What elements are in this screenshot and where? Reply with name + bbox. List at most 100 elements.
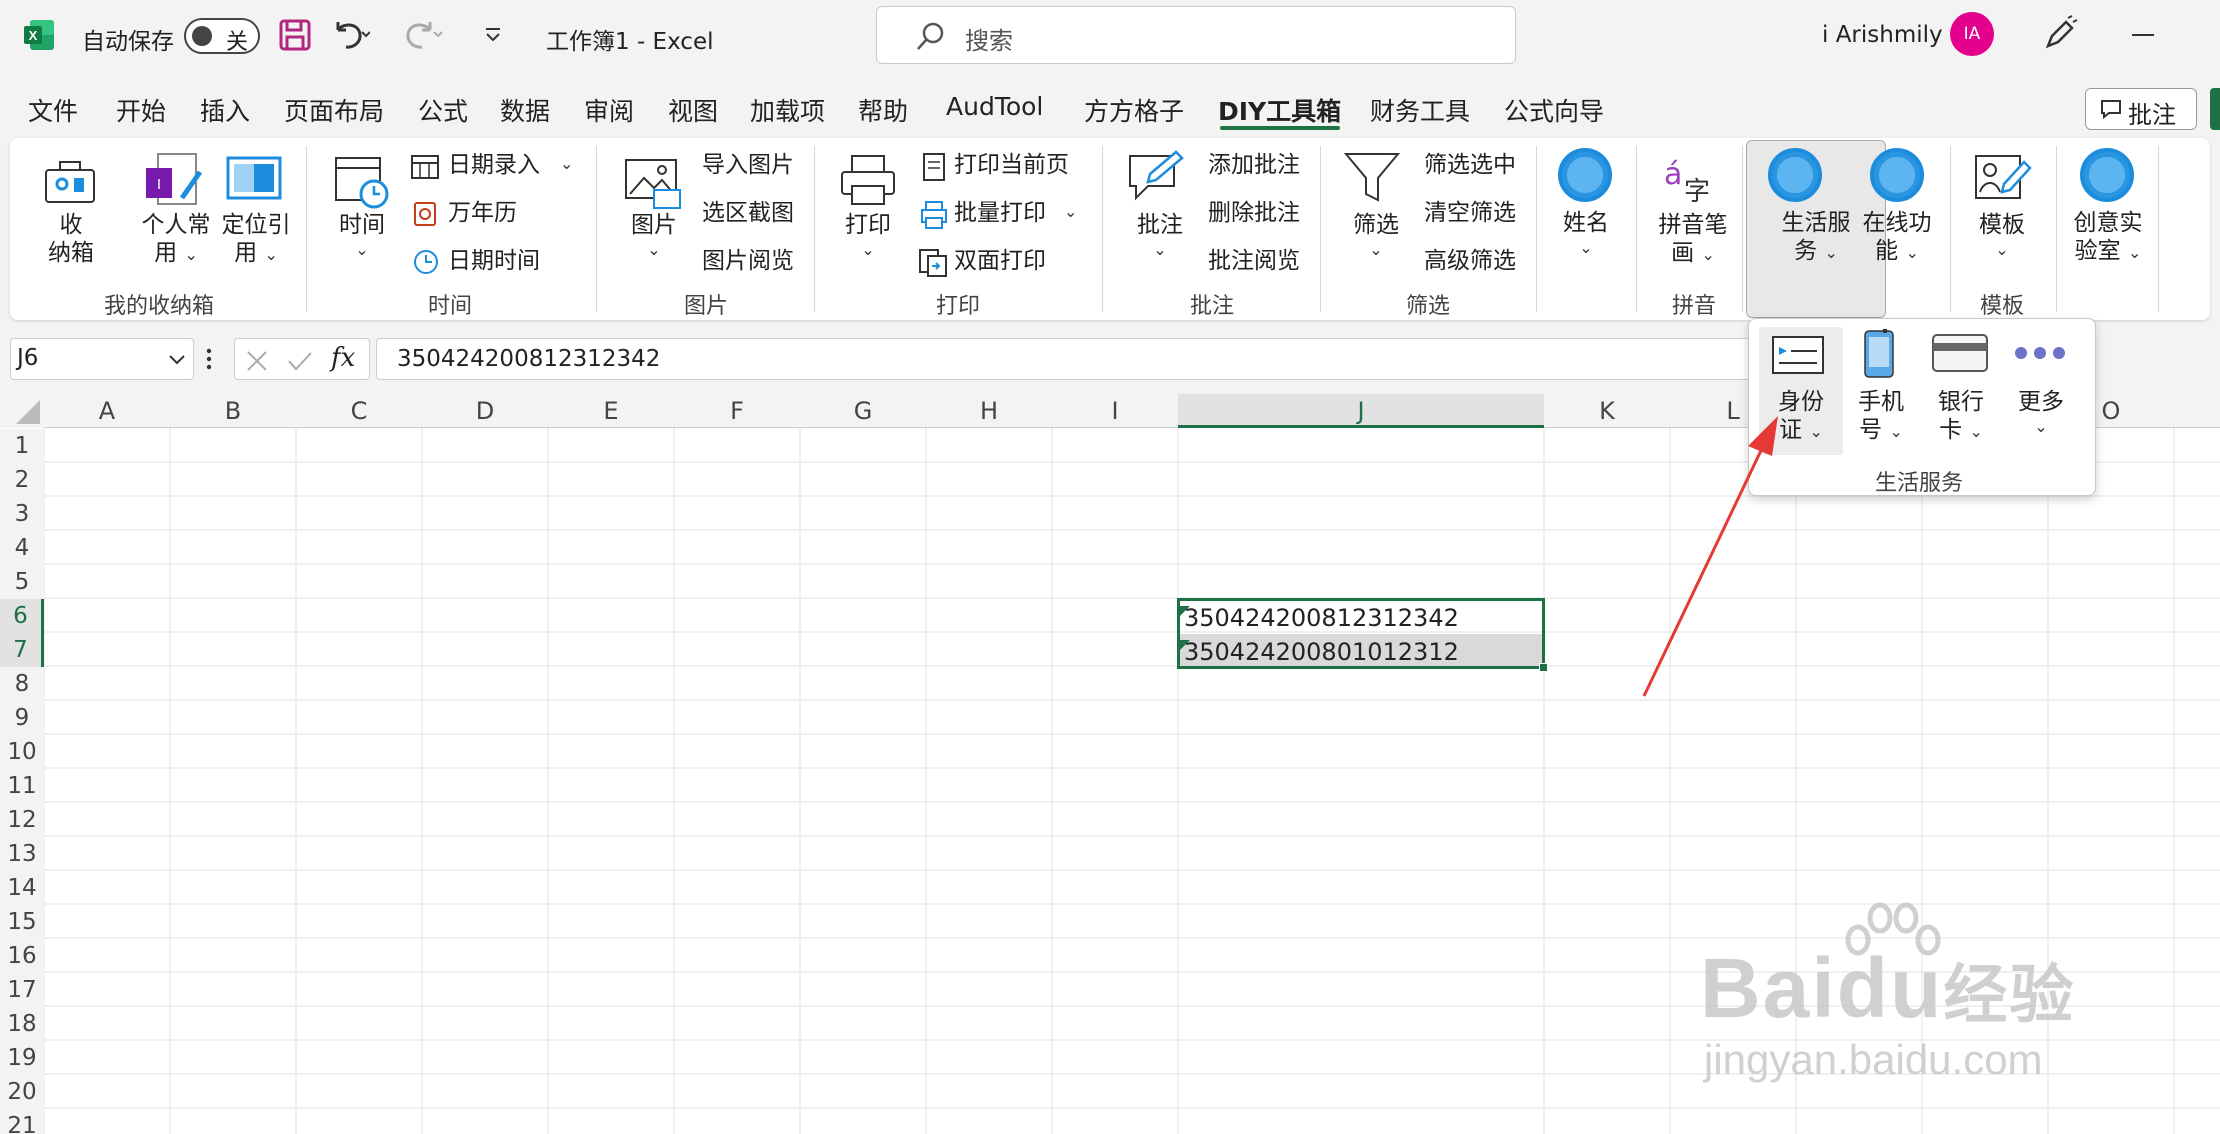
column-header-c[interactable]: C: [296, 394, 422, 428]
customize-toolbar-icon[interactable]: [482, 24, 504, 50]
picture-viewer-button[interactable]: 图片阅览: [702, 248, 794, 276]
pen-icon[interactable]: [2040, 14, 2080, 58]
minimize-button[interactable]: [2132, 34, 2154, 36]
row-header-13[interactable]: 13: [0, 837, 44, 871]
tab-diy-toolbox[interactable]: DIY工具箱: [1218, 92, 1341, 128]
row-header-21[interactable]: 21: [0, 1109, 44, 1134]
row-header-15[interactable]: 15: [0, 905, 44, 939]
row-header-9[interactable]: 9: [0, 701, 44, 735]
row-header-5[interactable]: 5: [0, 565, 44, 599]
chevron-down-icon[interactable]: ⌄: [560, 154, 573, 173]
datetime-button[interactable]: 日期时间: [448, 248, 540, 276]
tab-addins[interactable]: 加载项: [750, 92, 825, 128]
redo-icon[interactable]: [404, 18, 444, 56]
area-screenshot-button[interactable]: 选区截图: [702, 200, 794, 228]
date-entry-button[interactable]: 日期录入: [448, 152, 540, 180]
row-header-20[interactable]: 20: [0, 1075, 44, 1109]
comments-button[interactable]: 批注: [2085, 88, 2197, 130]
cell-j7[interactable]: 350424200801012312: [1184, 638, 1459, 666]
column-header-g[interactable]: G: [800, 394, 926, 428]
batch-print-button[interactable]: 批量打印: [954, 200, 1046, 228]
row-header-11[interactable]: 11: [0, 769, 44, 803]
row-header-8[interactable]: 8: [0, 667, 44, 701]
delete-comment-button[interactable]: 删除批注: [1208, 200, 1300, 228]
fill-handle[interactable]: [1539, 663, 1548, 672]
row-header-18[interactable]: 18: [0, 1007, 44, 1041]
perpetual-calendar-button[interactable]: 万年历: [448, 200, 517, 228]
filter-selected-button[interactable]: 筛选选中: [1424, 152, 1516, 180]
tab-insert[interactable]: 插入: [200, 92, 250, 128]
tab-formulas[interactable]: 公式: [418, 92, 468, 128]
storage-box-button[interactable]: 收 纳箱: [46, 212, 96, 267]
autosave-toggle[interactable]: 关: [184, 18, 260, 55]
more-options-icon[interactable]: [206, 346, 212, 372]
cell-j6[interactable]: 350424200812312342: [1184, 604, 1459, 632]
user-name[interactable]: i Arishmily: [1822, 22, 1943, 48]
search-box[interactable]: 搜索: [876, 6, 1516, 64]
row-header-7[interactable]: 7: [0, 633, 44, 667]
comment-button[interactable]: 批注 ⌄: [1124, 212, 1196, 259]
mobile-number-button[interactable]: 手机 号 ⌄: [1845, 389, 1917, 444]
tab-page-layout[interactable]: 页面布局: [284, 92, 384, 128]
row-header-4[interactable]: 4: [0, 531, 44, 565]
share-button-edge[interactable]: [2210, 88, 2220, 130]
tab-finance[interactable]: 财务工具: [1370, 92, 1470, 128]
bank-card-button[interactable]: 银行 卡 ⌄: [1925, 389, 1997, 444]
picture-button[interactable]: 图片 ⌄: [618, 212, 690, 259]
row-header-6[interactable]: 6: [0, 599, 44, 633]
row-header-19[interactable]: 19: [0, 1041, 44, 1075]
chevron-down-icon[interactable]: ⌄: [1064, 202, 1077, 221]
advanced-filter-button[interactable]: 高级筛选: [1424, 248, 1516, 276]
duplex-print-button[interactable]: 双面打印: [954, 248, 1046, 276]
formula-input[interactable]: 350424200812312342: [376, 338, 1766, 380]
column-header-h[interactable]: H: [926, 394, 1052, 428]
print-current-button[interactable]: 打印当前页: [954, 152, 1069, 180]
column-header-d[interactable]: D: [422, 394, 548, 428]
add-comment-button[interactable]: 添加批注: [1208, 152, 1300, 180]
avatar[interactable]: IA: [1950, 12, 1994, 56]
row-header-2[interactable]: 2: [0, 463, 44, 497]
row-header-14[interactable]: 14: [0, 871, 44, 905]
undo-icon[interactable]: [330, 18, 371, 56]
tab-audtool[interactable]: AudTool: [946, 92, 1043, 121]
template-button[interactable]: 模板 ⌄: [1966, 212, 2038, 259]
creative-lab-button[interactable]: 创意实 验室 ⌄: [2060, 210, 2156, 265]
tab-data[interactable]: 数据: [500, 92, 550, 128]
save-icon[interactable]: [278, 18, 312, 56]
row-header-12[interactable]: 12: [0, 803, 44, 837]
cancel-icon[interactable]: [245, 349, 269, 373]
print-button[interactable]: 打印 ⌄: [832, 212, 904, 259]
column-header-e[interactable]: E: [548, 394, 674, 428]
tab-formula-wizard[interactable]: 公式向导: [1504, 92, 1604, 128]
row-header-16[interactable]: 16: [0, 939, 44, 973]
pinyin-button[interactable]: 拼音笔 画 ⌄: [1648, 212, 1738, 267]
row-header-3[interactable]: 3: [0, 497, 44, 531]
online-button[interactable]: 在线功 能 ⌄: [1852, 210, 1942, 265]
tab-view[interactable]: 视图: [668, 92, 718, 128]
filter-button[interactable]: 筛选 ⌄: [1340, 212, 1412, 259]
import-picture-button[interactable]: 导入图片: [702, 152, 794, 180]
time-button[interactable]: 时间 ⌄: [326, 212, 398, 259]
view-comments-button[interactable]: 批注阅览: [1208, 248, 1300, 276]
tab-fangfang[interactable]: 方方格子: [1084, 92, 1184, 128]
column-header-i[interactable]: I: [1052, 394, 1178, 428]
enter-check-icon[interactable]: [287, 349, 313, 373]
insert-function-button[interactable]: fx: [331, 343, 355, 373]
name-box[interactable]: J6: [10, 338, 194, 380]
personal-button[interactable]: 个人常 用 ⌄: [136, 212, 216, 267]
tab-help[interactable]: 帮助: [858, 92, 908, 128]
row-header-10[interactable]: 10: [0, 735, 44, 769]
more-button[interactable]: 更多 ⌄: [2005, 389, 2077, 436]
tab-file[interactable]: 文件: [28, 92, 78, 128]
tab-home[interactable]: 开始: [116, 92, 166, 128]
column-header-f[interactable]: F: [674, 394, 800, 428]
column-header-a[interactable]: A: [44, 394, 170, 428]
column-header-b[interactable]: B: [170, 394, 296, 428]
row-header-1[interactable]: 1: [0, 429, 44, 463]
select-all-corner[interactable]: [0, 394, 44, 428]
locate-ref-button[interactable]: 定位引 用 ⌄: [216, 212, 296, 267]
column-header-p[interactable]: [2174, 394, 2220, 428]
row-header-17[interactable]: 17: [0, 973, 44, 1007]
tab-review[interactable]: 审阅: [584, 92, 634, 128]
column-header-j[interactable]: J: [1178, 394, 1544, 428]
